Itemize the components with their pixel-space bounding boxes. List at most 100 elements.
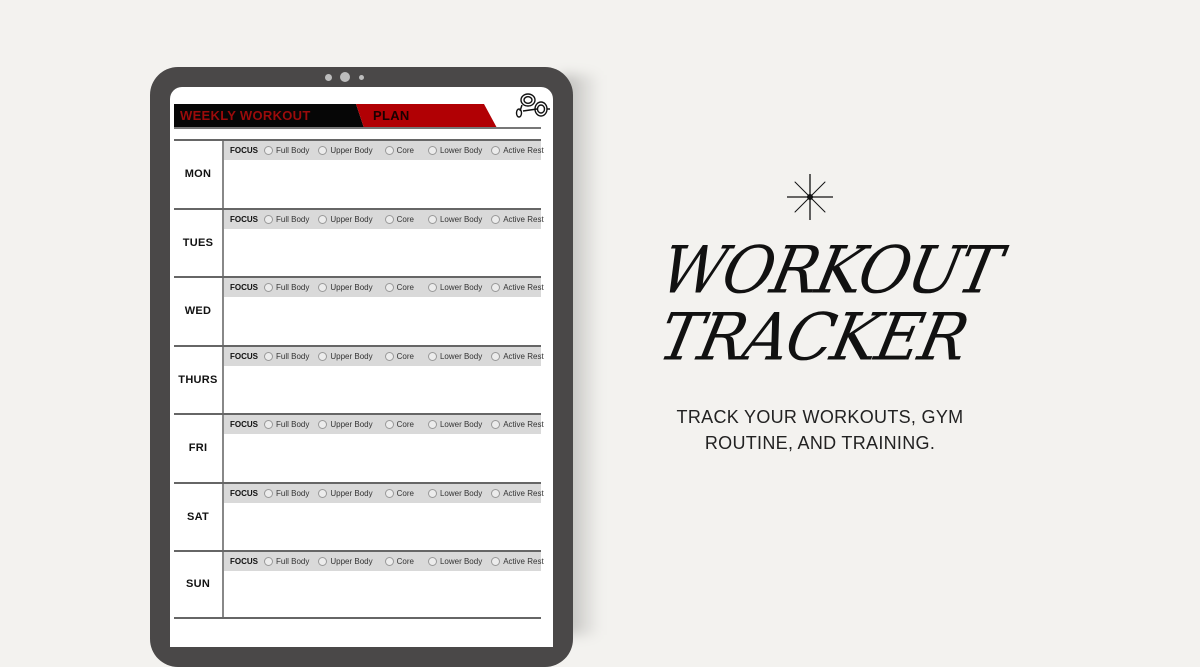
radio-circle-icon[interactable] <box>318 420 328 429</box>
radio-circle-icon[interactable] <box>318 146 328 155</box>
option-label: Full Body <box>276 557 310 566</box>
focus-option-active-rest[interactable]: Active Rest <box>491 283 544 292</box>
header-divider <box>174 127 541 129</box>
focus-option-upper-body[interactable]: Upper Body <box>318 557 373 566</box>
radio-circle-icon[interactable] <box>318 557 328 566</box>
focus-option-lower-body[interactable]: Lower Body <box>427 351 483 361</box>
option-label: Full Body <box>276 488 310 498</box>
option-label: Full Body <box>276 146 310 155</box>
day-label: TUES <box>174 209 224 276</box>
focus-option-upper-body[interactable]: Upper Body <box>318 214 373 224</box>
day-label: MON <box>174 141 224 208</box>
radio-circle-icon[interactable] <box>491 488 501 498</box>
radio-circle-icon[interactable] <box>264 557 273 566</box>
radio-circle-icon[interactable] <box>491 557 501 566</box>
focus-option-active-rest[interactable]: Active Rest <box>491 488 544 498</box>
option-label: Full Body <box>276 351 310 361</box>
day-label: SAT <box>174 483 224 550</box>
radio-circle-icon[interactable] <box>491 420 501 429</box>
focus-option-core[interactable]: Core <box>384 488 414 498</box>
radio-circle-icon[interactable] <box>427 420 437 429</box>
radio-circle-icon[interactable] <box>427 214 437 224</box>
focus-label: FOCUS <box>230 214 258 224</box>
option-label: Active Rest <box>503 283 544 292</box>
focus-option-upper-body[interactable]: Upper Body <box>318 420 373 429</box>
radio-circle-icon[interactable] <box>384 351 394 361</box>
focus-option-full-body[interactable]: Full Body <box>264 420 309 429</box>
radio-circle-icon[interactable] <box>384 420 394 429</box>
option-label: Upper Body <box>330 146 373 155</box>
focus-option-upper-body[interactable]: Upper Body <box>318 488 373 498</box>
day-row-wed: WED FOCUS Full Body Upper Body Core Lowe… <box>174 276 544 345</box>
focus-label: FOCUS <box>230 351 258 361</box>
focus-option-core[interactable]: Core <box>384 557 414 566</box>
focus-option-core[interactable]: Core <box>384 146 414 155</box>
option-label: Lower Body <box>439 214 483 224</box>
radio-circle-icon[interactable] <box>384 146 394 155</box>
option-label: Upper Body <box>330 283 373 292</box>
option-label: Full Body <box>276 420 310 429</box>
option-label: Core <box>396 557 414 566</box>
radio-circle-icon[interactable] <box>427 557 437 566</box>
option-label: Active Rest <box>503 146 544 155</box>
radio-circle-icon[interactable] <box>318 283 328 292</box>
radio-circle-icon[interactable] <box>427 351 437 361</box>
radio-circle-icon[interactable] <box>264 214 273 224</box>
focus-option-core[interactable]: Core <box>384 420 414 429</box>
radio-circle-icon[interactable] <box>264 488 273 498</box>
focus-option-upper-body[interactable]: Upper Body <box>318 283 373 292</box>
radio-circle-icon[interactable] <box>491 214 501 224</box>
option-label: Core <box>396 283 414 292</box>
radio-circle-icon[interactable] <box>264 420 273 429</box>
focus-option-lower-body[interactable]: Lower Body <box>427 146 482 155</box>
radio-circle-icon[interactable] <box>318 351 328 361</box>
radio-circle-icon[interactable] <box>264 283 273 292</box>
radio-circle-icon[interactable] <box>318 214 328 224</box>
focus-option-active-rest[interactable]: Active Rest <box>491 351 544 361</box>
focus-option-active-rest[interactable]: Active Rest <box>491 557 544 566</box>
focus-option-full-body[interactable]: Full Body <box>264 214 309 224</box>
focus-option-lower-body[interactable]: Lower Body <box>427 420 483 429</box>
planner-header: WEEKLY WORKOUT PLAN <box>174 104 497 128</box>
focus-option-lower-body[interactable]: Lower Body <box>427 557 482 566</box>
option-label: Core <box>396 351 414 361</box>
option-label: Active Rest <box>503 488 544 498</box>
focus-option-full-body[interactable]: Full Body <box>264 351 310 361</box>
option-label: Lower Body <box>439 283 483 292</box>
radio-circle-icon[interactable] <box>427 146 437 155</box>
focus-option-core[interactable]: Core <box>384 283 414 292</box>
focus-option-active-rest[interactable]: Active Rest <box>491 214 544 224</box>
focus-bar: FOCUS Full Body Upper Body Core Lower Bo… <box>224 209 544 229</box>
radio-circle-icon[interactable] <box>491 283 501 292</box>
promo-subtitle: TRACK YOUR WORKOUTS, GYM ROUTINE, AND TR… <box>640 404 1000 456</box>
title-line-tracker: TRACKER <box>652 298 974 376</box>
focus-option-full-body[interactable]: Full Body <box>264 557 309 566</box>
focus-option-full-body[interactable]: Full Body <box>264 283 309 292</box>
focus-option-upper-body[interactable]: Upper Body <box>318 146 373 155</box>
focus-option-upper-body[interactable]: Upper Body <box>318 351 373 361</box>
radio-circle-icon[interactable] <box>427 283 437 292</box>
focus-option-full-body[interactable]: Full Body <box>264 488 310 498</box>
focus-option-lower-body[interactable]: Lower Body <box>427 488 482 498</box>
radio-circle-icon[interactable] <box>318 488 328 498</box>
option-label: Lower Body <box>439 420 483 429</box>
radio-circle-icon[interactable] <box>491 146 501 155</box>
option-label: Lower Body <box>439 351 483 361</box>
radio-circle-icon[interactable] <box>384 488 394 498</box>
radio-circle-icon[interactable] <box>264 351 273 361</box>
radio-circle-icon[interactable] <box>384 557 394 566</box>
radio-circle-icon[interactable] <box>491 351 501 361</box>
radio-circle-icon[interactable] <box>384 283 394 292</box>
title-line-workout: WORKOUT <box>654 231 1007 309</box>
focus-option-core[interactable]: Core <box>384 214 414 224</box>
focus-option-active-rest[interactable]: Active Rest <box>491 146 544 155</box>
radio-circle-icon[interactable] <box>427 488 437 498</box>
focus-option-active-rest[interactable]: Active Rest <box>491 420 544 429</box>
radio-circle-icon[interactable] <box>264 146 273 155</box>
focus-option-full-body[interactable]: Full Body <box>264 146 309 155</box>
focus-option-lower-body[interactable]: Lower Body <box>427 214 483 224</box>
radio-circle-icon[interactable] <box>384 214 394 224</box>
focus-option-core[interactable]: Core <box>384 351 414 361</box>
focus-option-lower-body[interactable]: Lower Body <box>427 283 483 292</box>
day-row-thurs: THURS FOCUS Full Body Upper Body Core Lo… <box>174 344 544 413</box>
